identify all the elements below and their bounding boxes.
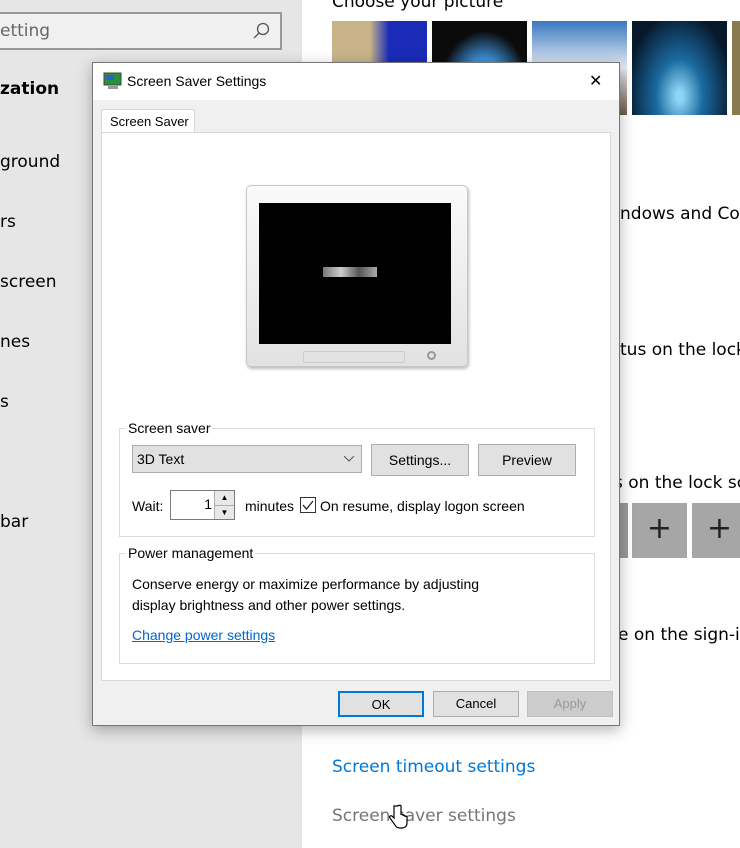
- selected-value: 3D Text: [137, 451, 185, 467]
- preview-3d-text: [323, 267, 377, 277]
- spin-up-icon[interactable]: ▲: [214, 491, 234, 505]
- title-bar: Screen Saver Settings ✕: [93, 63, 619, 100]
- search-text: etting: [0, 21, 51, 41]
- minutes-label: minutes: [245, 498, 295, 514]
- checkmark-icon: [302, 500, 314, 511]
- power-description-line1: Conserve energy or maximize performance …: [132, 576, 480, 592]
- screen-saver-select[interactable]: 3D Text: [132, 445, 362, 473]
- cancel-button[interactable]: Cancel: [433, 691, 519, 717]
- ok-button[interactable]: OK: [338, 691, 424, 717]
- detailed-status-text: tus on the lock s: [620, 340, 740, 360]
- add-app-button[interactable]: +: [632, 503, 687, 558]
- change-power-settings-link[interactable]: Change power settings: [132, 627, 275, 643]
- group-label: Power management: [126, 545, 256, 561]
- nav-background[interactable]: ground: [0, 152, 60, 172]
- monitor-stand: [303, 351, 405, 363]
- section-title: zation: [0, 79, 60, 99]
- wait-value: 1: [204, 496, 212, 512]
- screen-saver-group: Screen saver 3D Text Settings... Preview…: [119, 420, 595, 537]
- apply-button[interactable]: Apply: [527, 691, 613, 717]
- nav-taskbar[interactable]: bar: [0, 512, 28, 532]
- wait-label: Wait:: [132, 498, 164, 514]
- screen-saver-app-icon: [103, 72, 122, 89]
- nav-lock-screen[interactable]: screen: [0, 272, 57, 292]
- close-icon[interactable]: ✕: [589, 71, 602, 91]
- search-input[interactable]: etting: [0, 12, 282, 50]
- group-label: Screen saver: [126, 420, 213, 436]
- resume-checkbox[interactable]: [300, 497, 316, 513]
- screen-saver-dialog: Screen Saver Settings ✕ Screen Saver Scr…: [92, 62, 620, 726]
- quick-status-text: s on the lock scr: [614, 473, 740, 493]
- add-app-button[interactable]: +: [692, 503, 740, 558]
- sign-in-text: e on the sign-in s: [618, 625, 740, 645]
- preview-button[interactable]: Preview: [478, 444, 576, 476]
- preview-screen: [259, 203, 451, 344]
- search-icon: [253, 22, 270, 39]
- screen-timeout-link[interactable]: Screen timeout settings: [332, 757, 535, 777]
- nav-themes[interactable]: nes: [0, 332, 30, 352]
- power-description-line2: display brightness and other power setti…: [132, 597, 406, 613]
- nav-fonts[interactable]: s: [0, 392, 9, 412]
- monitor-preview: [246, 185, 468, 367]
- screen-saver-link[interactable]: Screen saver settings: [332, 806, 516, 826]
- power-button-icon: [427, 351, 436, 360]
- nav-colors[interactable]: rs: [0, 212, 16, 232]
- spin-down-icon[interactable]: ▼: [214, 505, 234, 519]
- tab-panel: Screen saver 3D Text Settings... Preview…: [101, 132, 611, 681]
- power-management-group: Power management Conserve energy or maxi…: [119, 545, 595, 664]
- resume-label[interactable]: On resume, display logon screen: [320, 498, 525, 514]
- tab-screen-saver[interactable]: Screen Saver: [101, 109, 195, 133]
- choose-picture-heading: Choose your picture: [332, 0, 504, 12]
- picture-thumb[interactable]: [732, 21, 740, 115]
- hand-cursor-icon: [389, 804, 408, 829]
- cortana-text: ndows and Cort: [620, 204, 740, 224]
- settings-button[interactable]: Settings...: [371, 444, 469, 476]
- dialog-title: Screen Saver Settings: [127, 73, 267, 89]
- chevron-down-icon: [344, 456, 354, 462]
- picture-thumb[interactable]: [632, 21, 727, 115]
- wait-stepper[interactable]: 1 ▲ ▼: [170, 490, 235, 520]
